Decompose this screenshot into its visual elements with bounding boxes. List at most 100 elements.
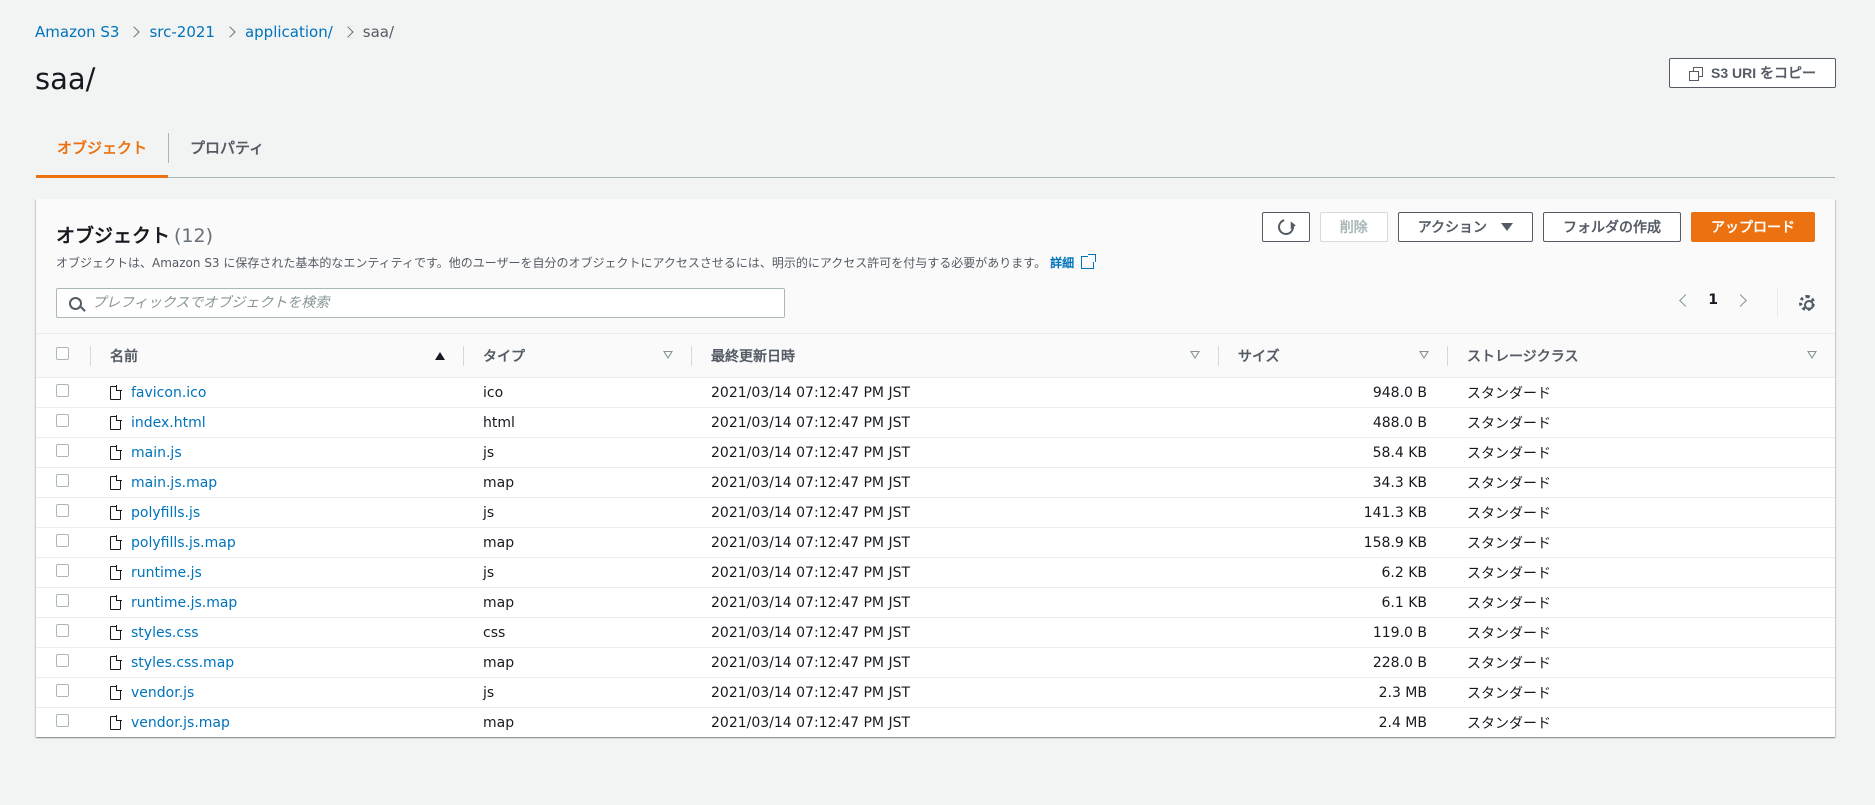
type-cell: map xyxy=(463,527,691,558)
external-link-icon[interactable] xyxy=(1081,254,1097,269)
row-checkbox-cell xyxy=(36,647,90,678)
sort-icon[interactable] xyxy=(1190,351,1200,360)
breadcrumb-item-application[interactable]: application/ xyxy=(245,23,333,41)
search-input[interactable] xyxy=(92,295,772,311)
table-row[interactable]: index.html html 2021/03/14 07:12:47 PM J… xyxy=(36,407,1835,438)
pagination: 1 xyxy=(1679,292,1747,308)
last-modified-cell: 2021/03/14 07:12:47 PM JST xyxy=(691,467,1218,498)
table-row[interactable]: vendor.js.map map 2021/03/14 07:12:47 PM… xyxy=(36,708,1835,738)
object-count: (12) xyxy=(174,225,214,247)
delete-button[interactable]: 削除 xyxy=(1319,212,1388,242)
file-name-link[interactable]: styles.css xyxy=(131,625,199,641)
table-row[interactable]: styles.css.map map 2021/03/14 07:12:47 P… xyxy=(36,647,1835,678)
file-icon xyxy=(110,594,122,610)
row-checkbox-cell xyxy=(36,377,90,408)
size-cell: 119.0 B xyxy=(1218,617,1447,648)
size-cell: 58.4 KB xyxy=(1218,437,1447,468)
tab-properties[interactable]: プロパティ xyxy=(169,128,285,178)
file-name-link[interactable]: main.js.map xyxy=(131,475,217,491)
column-header-storage-class[interactable]: ストレージクラス xyxy=(1447,334,1835,378)
row-checkbox[interactable] xyxy=(56,714,69,728)
breadcrumb: Amazon S3 src-2021 application/ saa/ xyxy=(35,23,394,41)
row-checkbox[interactable] xyxy=(56,414,69,427)
row-checkbox[interactable] xyxy=(56,474,69,487)
sort-ascending-icon[interactable] xyxy=(435,351,445,360)
row-checkbox[interactable] xyxy=(56,594,69,607)
row-checkbox-cell xyxy=(36,557,90,588)
file-name-link[interactable]: runtime.js.map xyxy=(131,595,237,611)
upload-button[interactable]: アップロード xyxy=(1691,212,1815,242)
row-checkbox[interactable] xyxy=(56,564,69,577)
file-name-link[interactable]: main.js xyxy=(131,445,182,461)
storage-class-cell: スタンダード xyxy=(1447,497,1835,528)
file-name-link[interactable]: vendor.js.map xyxy=(131,715,230,731)
type-cell: map xyxy=(463,467,691,498)
tab-bar: オブジェクト プロパティ xyxy=(36,128,1835,178)
name-cell: main.js.map xyxy=(90,467,463,498)
type-cell: ico xyxy=(463,377,691,408)
file-name-link[interactable]: polyfills.js xyxy=(131,505,200,521)
last-modified-cell: 2021/03/14 07:12:47 PM JST xyxy=(691,377,1218,408)
column-header-name[interactable]: 名前 xyxy=(90,334,463,378)
settings-gear-icon[interactable] xyxy=(1799,295,1815,311)
table-row[interactable]: vendor.js js 2021/03/14 07:12:47 PM JST … xyxy=(36,677,1835,708)
column-separator xyxy=(463,346,464,366)
column-header-type[interactable]: タイプ xyxy=(463,334,691,378)
objects-panel-header: オブジェクト (12) オブジェクトは、Amazon S3 に保存された基本的なエ… xyxy=(36,199,1835,334)
copy-s3-uri-label: S3 URI をコピー xyxy=(1710,65,1816,81)
type-cell: js xyxy=(463,557,691,588)
refresh-button[interactable] xyxy=(1261,212,1310,242)
type-cell: map xyxy=(463,647,691,678)
row-checkbox[interactable] xyxy=(56,684,69,697)
file-name-link[interactable]: favicon.ico xyxy=(131,385,206,401)
table-row[interactable]: runtime.js js 2021/03/14 07:12:47 PM JST… xyxy=(36,557,1835,588)
chevron-left-icon[interactable] xyxy=(1679,293,1693,307)
row-checkbox-cell xyxy=(36,467,90,498)
row-checkbox[interactable] xyxy=(56,534,69,547)
tab-objects[interactable]: オブジェクト xyxy=(36,128,169,178)
file-name-link[interactable]: index.html xyxy=(131,415,206,431)
breadcrumb-item-bucket[interactable]: src-2021 xyxy=(149,23,215,41)
file-name-link[interactable]: polyfills.js.map xyxy=(131,535,236,551)
table-row[interactable]: polyfills.js js 2021/03/14 07:12:47 PM J… xyxy=(36,497,1835,528)
column-storage-class-label: ストレージクラス xyxy=(1467,348,1579,365)
sort-icon[interactable] xyxy=(1419,351,1429,360)
row-checkbox[interactable] xyxy=(56,654,69,667)
row-checkbox[interactable] xyxy=(56,624,69,637)
type-cell: map xyxy=(463,587,691,618)
table-row[interactable]: main.js.map map 2021/03/14 07:12:47 PM J… xyxy=(36,467,1835,498)
select-all-checkbox[interactable] xyxy=(56,347,69,360)
table-row[interactable]: main.js js 2021/03/14 07:12:47 PM JST 58… xyxy=(36,437,1835,468)
breadcrumb-item-amazon-s3[interactable]: Amazon S3 xyxy=(35,23,119,41)
file-name-link[interactable]: styles.css.map xyxy=(131,655,234,671)
page-title: saa/ xyxy=(35,62,96,96)
size-cell: 488.0 B xyxy=(1218,407,1447,438)
column-separator xyxy=(1447,346,1448,366)
actions-dropdown-button[interactable]: アクション xyxy=(1397,212,1533,242)
copy-s3-uri-button[interactable]: S3 URI をコピー xyxy=(1669,58,1836,88)
chevron-right-icon[interactable] xyxy=(1734,293,1747,307)
details-link[interactable]: 詳細 xyxy=(1050,254,1074,271)
file-name-link[interactable]: vendor.js xyxy=(131,685,194,701)
row-checkbox[interactable] xyxy=(56,444,69,457)
search-box xyxy=(56,288,785,318)
type-cell: js xyxy=(463,677,691,708)
size-cell: 158.9 KB xyxy=(1218,527,1447,558)
table-row[interactable]: favicon.ico ico 2021/03/14 07:12:47 PM J… xyxy=(36,377,1835,408)
table-row[interactable]: runtime.js.map map 2021/03/14 07:12:47 P… xyxy=(36,587,1835,618)
create-folder-button[interactable]: フォルダの作成 xyxy=(1543,212,1681,242)
storage-class-cell: スタンダード xyxy=(1447,557,1835,588)
sort-icon[interactable] xyxy=(663,351,673,360)
size-cell: 2.3 MB xyxy=(1218,677,1447,708)
sort-icon[interactable] xyxy=(1807,351,1817,360)
file-name-link[interactable]: runtime.js xyxy=(131,565,202,581)
row-checkbox[interactable] xyxy=(56,504,69,517)
row-checkbox[interactable] xyxy=(56,384,69,397)
page-number[interactable]: 1 xyxy=(1708,292,1718,308)
column-header-last-modified[interactable]: 最終更新日時 xyxy=(691,334,1218,378)
name-cell: runtime.js xyxy=(90,557,463,588)
table-row[interactable]: styles.css css 2021/03/14 07:12:47 PM JS… xyxy=(36,617,1835,648)
column-header-size[interactable]: サイズ xyxy=(1218,334,1447,378)
table-row[interactable]: polyfills.js.map map 2021/03/14 07:12:47… xyxy=(36,527,1835,558)
file-icon xyxy=(110,654,122,670)
